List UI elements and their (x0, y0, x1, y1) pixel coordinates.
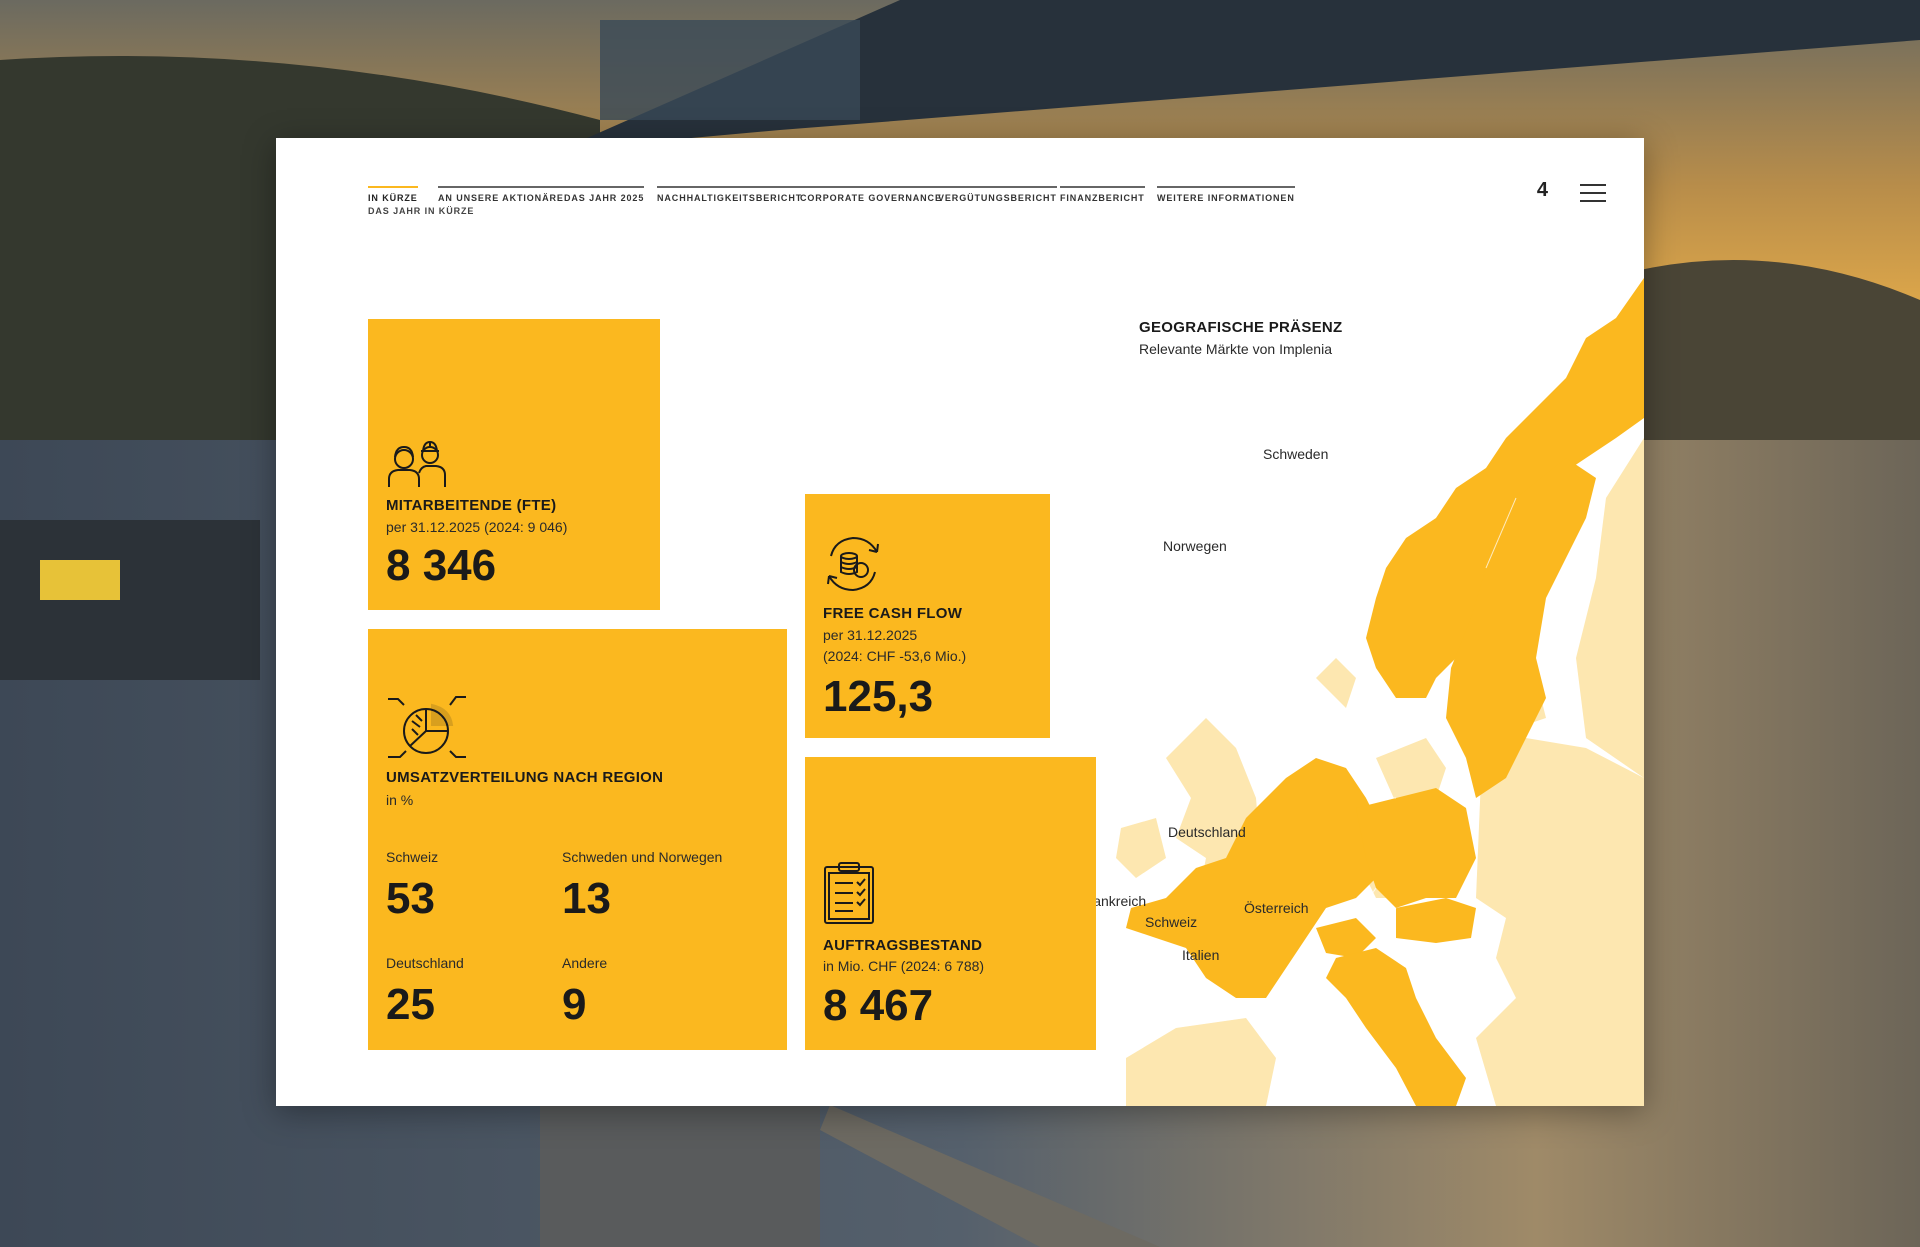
cashflow-subtitle-date: per 31.12.2025 (823, 627, 918, 643)
backlog-value: 8 467 (823, 981, 934, 1030)
backlog-subtitle: in Mio. CHF (2024: 6 788) (823, 958, 985, 974)
region-value-schweiz: 53 (386, 874, 435, 923)
revenue-title: Umsatzverteilung nach Region (386, 769, 664, 786)
map-label-norwegen: Norwegen (1163, 538, 1227, 554)
revenue-distribution-tile: Umsatzverteilung nach Region in % Schwei… (368, 629, 787, 1050)
revenue-subtitle: in % (386, 792, 414, 808)
map-label-schweiz: Schweiz (1145, 914, 1198, 930)
map-title: GEOGRAFISCHE PRÄSENZ (1139, 319, 1343, 336)
region-label-andere: Andere (562, 955, 608, 971)
map-label-oesterreich: Österreich (1244, 900, 1309, 916)
map-subtitle: Relevante Märkte von Implenia (1139, 341, 1332, 357)
report-page-card: In Kürze An unsere Aktionäre Das Jahr 20… (276, 138, 1644, 1106)
cash-cycle-icon (827, 536, 879, 592)
employees-subtitle: per 31.12.2025 (2024: 9 046) (386, 519, 568, 535)
region-value-schweden-norwegen: 13 (562, 874, 611, 923)
backlog-title: Auftragsbestand (823, 937, 983, 954)
employees-value: 8 346 (386, 541, 497, 590)
order-backlog-tile: Auftragsbestand in Mio. CHF (2024: 6 788… (805, 757, 1096, 1050)
region-value-andere: 9 (562, 980, 587, 1029)
region-label-schweden-norwegen: Schweden und Norwegen (562, 849, 723, 865)
free-cash-flow-tile: Free Cash Flow per 31.12.2025 (2024: CHF… (805, 494, 1050, 738)
map-label-deutschland: Deutschland (1168, 824, 1246, 840)
cashflow-value: 125,3 (823, 672, 934, 721)
map-label-italien: Italien (1182, 947, 1220, 963)
employees-tile: Mitarbeitende (FTE) per 31.12.2025 (2024… (368, 319, 660, 610)
cashflow-title: Free Cash Flow (823, 605, 963, 622)
map-label-schweden: Schweden (1263, 446, 1329, 462)
pie-chart-icon (388, 696, 466, 758)
region-value-deutschland: 25 (386, 980, 435, 1029)
workers-icon (388, 440, 446, 487)
employees-title: Mitarbeitende (FTE) (386, 497, 557, 514)
cashflow-subtitle-prior: (2024: CHF -53,6 Mio.) (823, 648, 967, 664)
clipboard-checklist-icon (824, 862, 874, 924)
region-label-deutschland: Deutschland (386, 955, 464, 971)
region-label-schweiz: Schweiz (386, 849, 439, 865)
